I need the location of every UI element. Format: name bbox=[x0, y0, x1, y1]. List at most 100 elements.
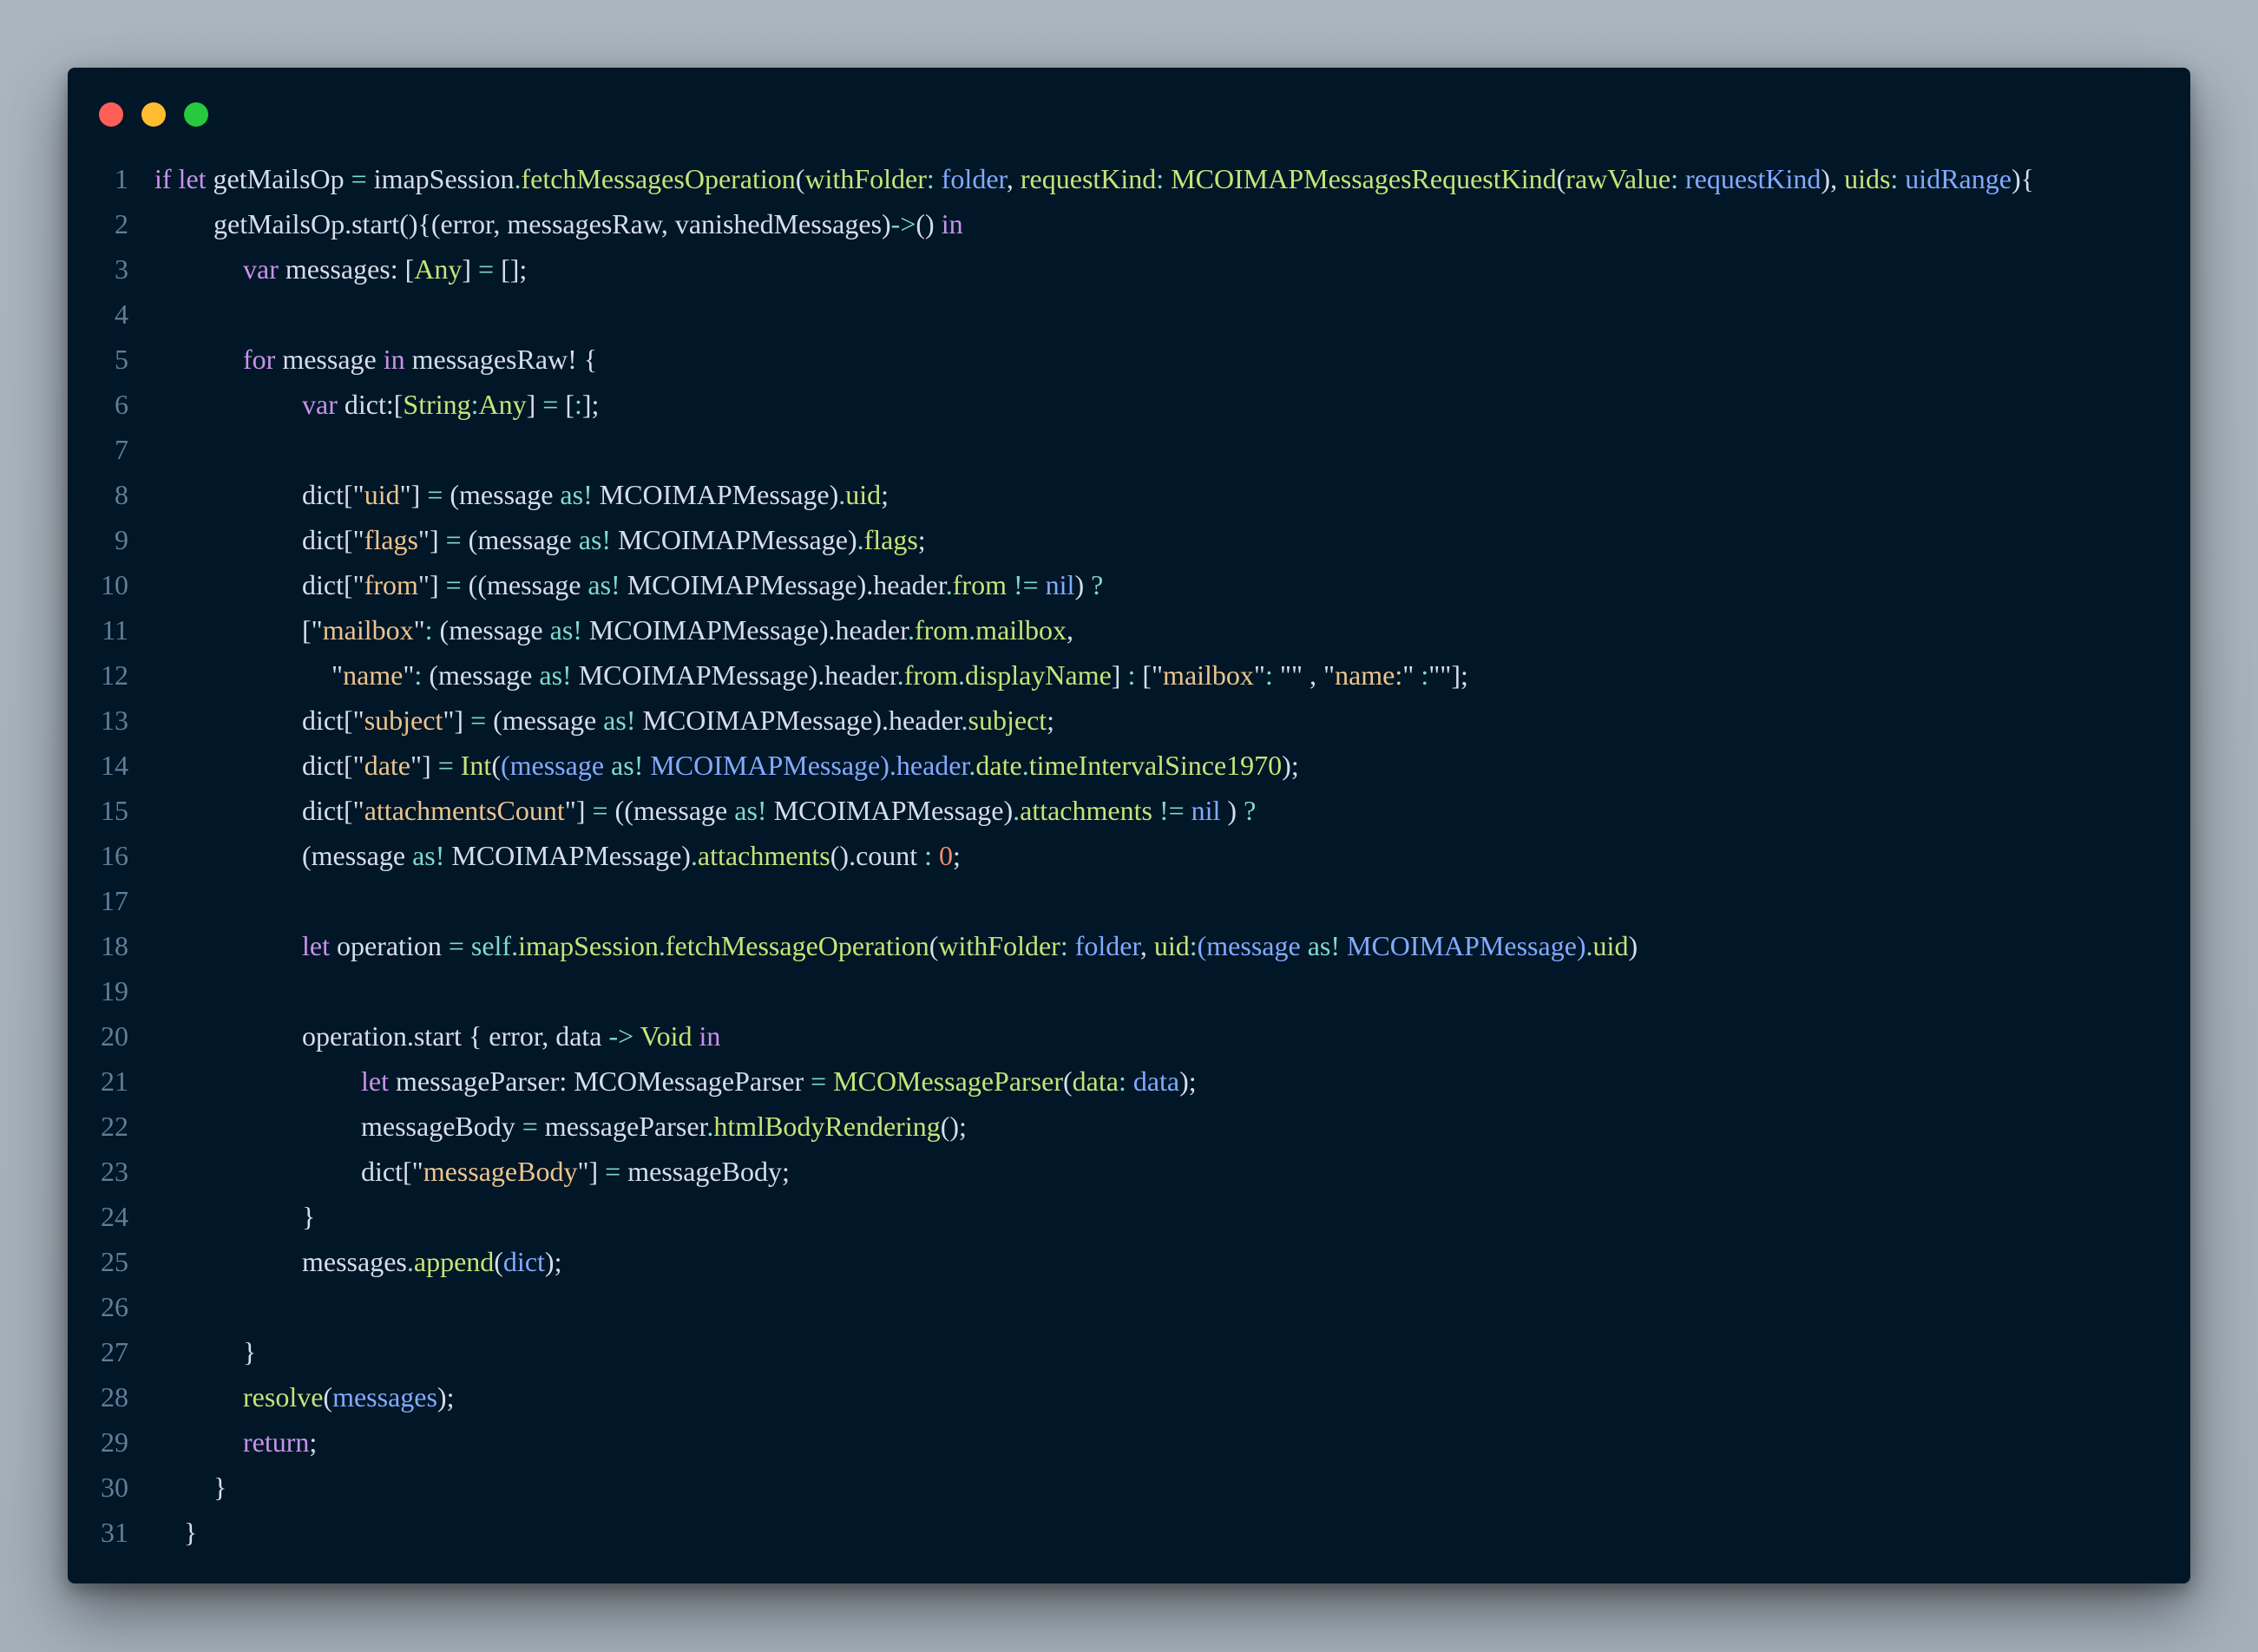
code-token: (message bbox=[486, 705, 604, 736]
line-number: 26 bbox=[101, 1291, 128, 1322]
code-token: = bbox=[542, 389, 559, 420]
code-token: . bbox=[1021, 750, 1029, 781]
line-number: 15 bbox=[101, 795, 128, 826]
code-line: 23 dict["messageBody"] = messageBody; bbox=[68, 1149, 2190, 1194]
code-token: . bbox=[511, 930, 519, 961]
code-token: dict[" bbox=[302, 705, 364, 736]
code-token: : bbox=[1421, 659, 1429, 691]
code-line: 17 bbox=[68, 878, 2190, 923]
code-text: ["mailbox": (message as! MCOIMAPMessage)… bbox=[302, 607, 1073, 652]
maximize-window-button[interactable] bbox=[184, 102, 208, 127]
code-token: "" , " bbox=[1272, 659, 1336, 691]
code-token: operation.start { error, data bbox=[302, 1020, 609, 1052]
code-token: ? bbox=[1091, 569, 1104, 600]
code-text: } bbox=[243, 1329, 256, 1374]
code-line: 11 ["mailbox": (message as! MCOIMAPMessag… bbox=[68, 607, 2190, 652]
line-number: 30 bbox=[101, 1472, 128, 1503]
code-line: 20 operation.start { error, data -> Void … bbox=[68, 1013, 2190, 1059]
code-token: attachmentsCount bbox=[364, 795, 565, 826]
code-token: = bbox=[605, 1156, 621, 1187]
line-number: 16 bbox=[101, 840, 128, 871]
code-line: 27} bbox=[68, 1329, 2190, 1374]
code-token: mailbox bbox=[322, 614, 414, 646]
code-token: in bbox=[692, 1020, 721, 1052]
code-token: ( bbox=[1556, 163, 1566, 194]
code-text: resolve(messages); bbox=[243, 1374, 454, 1419]
line-number: 17 bbox=[101, 885, 128, 916]
code-token: -> bbox=[890, 208, 916, 239]
code-token: name: bbox=[1335, 659, 1403, 691]
code-line: 13 dict["subject"] = (message as! MCOIMAP… bbox=[68, 698, 2190, 743]
code-token: " bbox=[1402, 659, 1421, 691]
code-token: " bbox=[331, 659, 344, 691]
code-token: = bbox=[437, 750, 454, 781]
code-token: (message bbox=[443, 479, 561, 510]
code-token: ); bbox=[1282, 750, 1299, 781]
code-token: = bbox=[351, 163, 367, 194]
code-text: let operation = self.imapSession.fetchMe… bbox=[302, 923, 1638, 968]
code-token: attachments bbox=[697, 840, 830, 871]
code-text: dict["messageBody"] = messageBody; bbox=[361, 1149, 790, 1194]
code-line: 5 for message in messagesRaw! { bbox=[68, 337, 2190, 382]
code-line: 16 (message as! MCOIMAPMessage).attachmen… bbox=[68, 833, 2190, 878]
code-token: MCOIMAPMessage) bbox=[1340, 930, 1586, 961]
code-text: var messages: [Any] = []; bbox=[243, 246, 527, 292]
code-token: uid bbox=[1153, 930, 1190, 961]
code-token: ); bbox=[1179, 1065, 1197, 1097]
code-token: MCOIMAPMessage) bbox=[444, 840, 691, 871]
code-token: ) bbox=[1628, 930, 1638, 961]
code-token: Int bbox=[453, 750, 492, 781]
code-token: ; bbox=[953, 840, 961, 871]
line-number: 19 bbox=[101, 975, 128, 1006]
close-window-button[interactable] bbox=[99, 102, 123, 127]
code-token: ] bbox=[526, 389, 543, 420]
code-token: requestKind bbox=[1678, 163, 1821, 194]
line-number: 5 bbox=[115, 344, 128, 375]
code-token: [" bbox=[1135, 659, 1164, 691]
code-token: " bbox=[403, 659, 415, 691]
code-token: message bbox=[275, 344, 384, 375]
code-line: 28 resolve(messages); bbox=[68, 1374, 2190, 1419]
code-token: dict[" bbox=[302, 524, 364, 555]
code-token: requestKind bbox=[1020, 163, 1157, 194]
code-token: fetchMessageOperation bbox=[665, 930, 929, 961]
code-text: for message in messagesRaw! { bbox=[243, 337, 597, 382]
code-token: MCOIMAPMessage).header bbox=[581, 614, 908, 646]
code-token: as! bbox=[734, 795, 767, 826]
line-number: 21 bbox=[101, 1065, 128, 1097]
code-line: 6 var dict:[String:Any] = [:]; bbox=[68, 382, 2190, 427]
code-line: 2 getMailsOp.start(){(error, messagesRaw,… bbox=[68, 201, 2190, 246]
code-token: as! bbox=[1307, 930, 1340, 961]
code-text: dict["attachmentsCount"] = ((message as!… bbox=[302, 788, 1256, 833]
code-token: MCOIMAPMessage) bbox=[766, 795, 1014, 826]
code-text: messageBody = messageParser.htmlBodyRend… bbox=[361, 1104, 967, 1149]
code-token: getMailsOp bbox=[206, 163, 351, 194]
code-token: . bbox=[658, 930, 666, 961]
code-token: MCOIMAPMessage).header bbox=[635, 705, 962, 736]
code-token: as! bbox=[578, 524, 612, 555]
code-token: . bbox=[968, 614, 976, 646]
code-line: 19 bbox=[68, 968, 2190, 1013]
code-token: , bbox=[1006, 163, 1021, 194]
code-token: dict[" bbox=[302, 750, 364, 781]
code-line: 4 bbox=[68, 292, 2190, 337]
code-editor: 1 if let getMailsOp = imapSession.fetchMe… bbox=[68, 156, 2190, 1555]
code-token: ]; bbox=[581, 389, 600, 420]
minimize-window-button[interactable] bbox=[141, 102, 166, 127]
code-token: MCOIMAPMessage) bbox=[611, 524, 857, 555]
code-token: withFolder bbox=[938, 930, 1060, 961]
code-text: messages.append(dict); bbox=[302, 1239, 561, 1284]
code-token: resolve bbox=[243, 1381, 324, 1413]
code-token: = bbox=[811, 1065, 827, 1097]
code-token: rawValue bbox=[1566, 163, 1671, 194]
code-token: : bbox=[424, 614, 433, 646]
code-token: data bbox=[1126, 1065, 1180, 1097]
code-token: let bbox=[361, 1065, 389, 1097]
code-token: displayName bbox=[964, 659, 1112, 691]
line-number: 2 bbox=[115, 208, 128, 239]
code-token: " bbox=[413, 614, 425, 646]
code-token: . bbox=[961, 705, 968, 736]
code-token: . bbox=[896, 659, 904, 691]
code-token: date bbox=[364, 750, 410, 781]
code-token: "] bbox=[417, 524, 446, 555]
